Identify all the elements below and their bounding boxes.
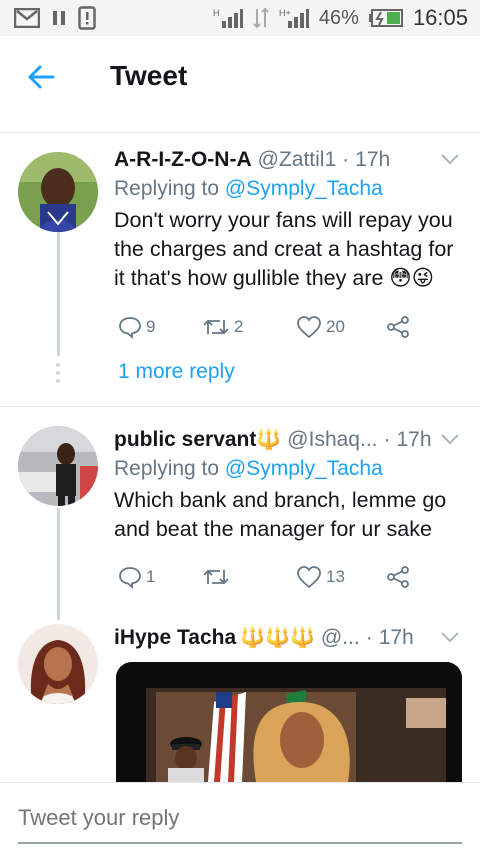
tweet-actions: 9 2 20 (114, 312, 434, 342)
app-header: Tweet (0, 36, 480, 120)
retweet-button[interactable]: 2 (202, 316, 243, 338)
data-transfer-icon (253, 7, 269, 29)
avatar[interactable] (18, 152, 98, 232)
clock: 16:05 (412, 5, 468, 30)
user-handle[interactable]: @Zattil1 (258, 146, 337, 174)
arrow-left-icon[interactable] (26, 62, 56, 92)
avatar[interactable] (18, 426, 98, 506)
gmail-icon (14, 8, 40, 28)
retweet-icon (203, 319, 229, 335)
reply-count: 1 (146, 567, 156, 586)
tweet-header: iHype Tacha 🔱🔱🔱 @... · 17h (114, 624, 460, 652)
mention-link[interactable]: @Symply_Tacha (225, 457, 383, 480)
user-handle[interactable]: @Ishaq... (287, 426, 377, 454)
like-count: 13 (326, 567, 345, 586)
notification-icons (0, 6, 96, 30)
svg-text:H+: H+ (279, 8, 291, 18)
user-name[interactable]: iHype Tacha (114, 624, 236, 652)
separator: · (383, 428, 391, 451)
signal-hplus-icon: H+ (279, 8, 309, 28)
tweet-content: A-R-I-Z-O-N-A @Zattil1 · 17h Replying to… (114, 146, 460, 293)
chevron-down-icon[interactable] (440, 152, 460, 166)
divider (0, 132, 480, 133)
tweet-content: iHype Tacha 🔱🔱🔱 @... · 17h (114, 624, 460, 652)
mention-link[interactable]: @Symply_Tacha (225, 177, 383, 200)
share-icon (387, 316, 409, 338)
reply-count: 9 (146, 317, 156, 336)
tweet-header: public servant 🔱 @Ishaq... · 17h (114, 426, 460, 454)
replying-to: Replying to @Symply_Tacha (114, 174, 460, 204)
svg-text:H: H (213, 8, 220, 18)
tweet-text: Don't worry your fans will repay you the… (114, 208, 454, 290)
retweet-button[interactable] (202, 566, 234, 588)
tweet-time: 17h (378, 626, 414, 649)
like-button[interactable]: 13 (296, 565, 345, 589)
thread-line (57, 232, 60, 356)
tweet-text: Which bank and branch, lemme go and beat… (114, 488, 447, 541)
replying-label: Replying to (114, 177, 220, 200)
pause-icon (53, 11, 65, 25)
like-button[interactable]: 20 (296, 315, 345, 339)
retweet-icon (203, 569, 229, 585)
share-button[interactable] (386, 565, 410, 589)
separator: · (365, 626, 373, 649)
trident-emoji: 🔱🔱🔱 (240, 627, 315, 649)
tweet-time: 17h (355, 148, 391, 171)
user-name[interactable]: public servant (114, 426, 256, 454)
chevron-down-icon[interactable] (440, 630, 460, 644)
status-bar: H H+ 46% 16:05 (0, 0, 480, 36)
thread-line (57, 508, 60, 620)
reply-input-underline (18, 842, 462, 844)
tweet-actions: 1 13 (114, 562, 434, 592)
signal-icon: H (213, 8, 243, 28)
reply-input[interactable] (18, 805, 462, 831)
separator: · (342, 148, 350, 171)
tweet-media-image[interactable] (116, 662, 462, 782)
more-replies-link[interactable]: 1 more reply (118, 360, 235, 384)
tweet-content: public servant 🔱 @Ishaq... · 17h Replyin… (114, 426, 460, 544)
reply-button[interactable]: 1 (118, 565, 155, 589)
battery-percent: 46% (318, 6, 359, 29)
reply-icon (119, 317, 141, 339)
reply-button[interactable]: 9 (118, 315, 155, 339)
system-indicators: H H+ 46% 16:05 (213, 5, 480, 31)
battery-charging-icon (368, 9, 403, 27)
heart-icon (297, 316, 321, 339)
share-button[interactable] (386, 315, 410, 339)
phone-alert-icon (78, 6, 96, 30)
reply-icon (119, 567, 141, 589)
tweet-header: A-R-I-Z-O-N-A @Zattil1 · 17h (114, 146, 460, 174)
like-count: 20 (326, 317, 345, 336)
trident-emoji: 🔱 (256, 429, 282, 451)
thread-dots (56, 363, 60, 387)
replying-to: Replying to @Symply_Tacha (114, 454, 460, 484)
share-icon (387, 566, 409, 588)
user-handle[interactable]: @... (321, 624, 360, 652)
divider (0, 406, 480, 407)
user-name[interactable]: A-R-I-Z-O-N-A (114, 146, 252, 174)
replying-label: Replying to (114, 457, 220, 480)
heart-icon (297, 566, 321, 589)
chevron-down-icon[interactable] (440, 432, 460, 446)
page-title: Tweet (110, 60, 188, 91)
retweet-count: 2 (234, 317, 244, 336)
tweet-time: 17h (396, 428, 432, 451)
avatar[interactable] (18, 624, 98, 704)
